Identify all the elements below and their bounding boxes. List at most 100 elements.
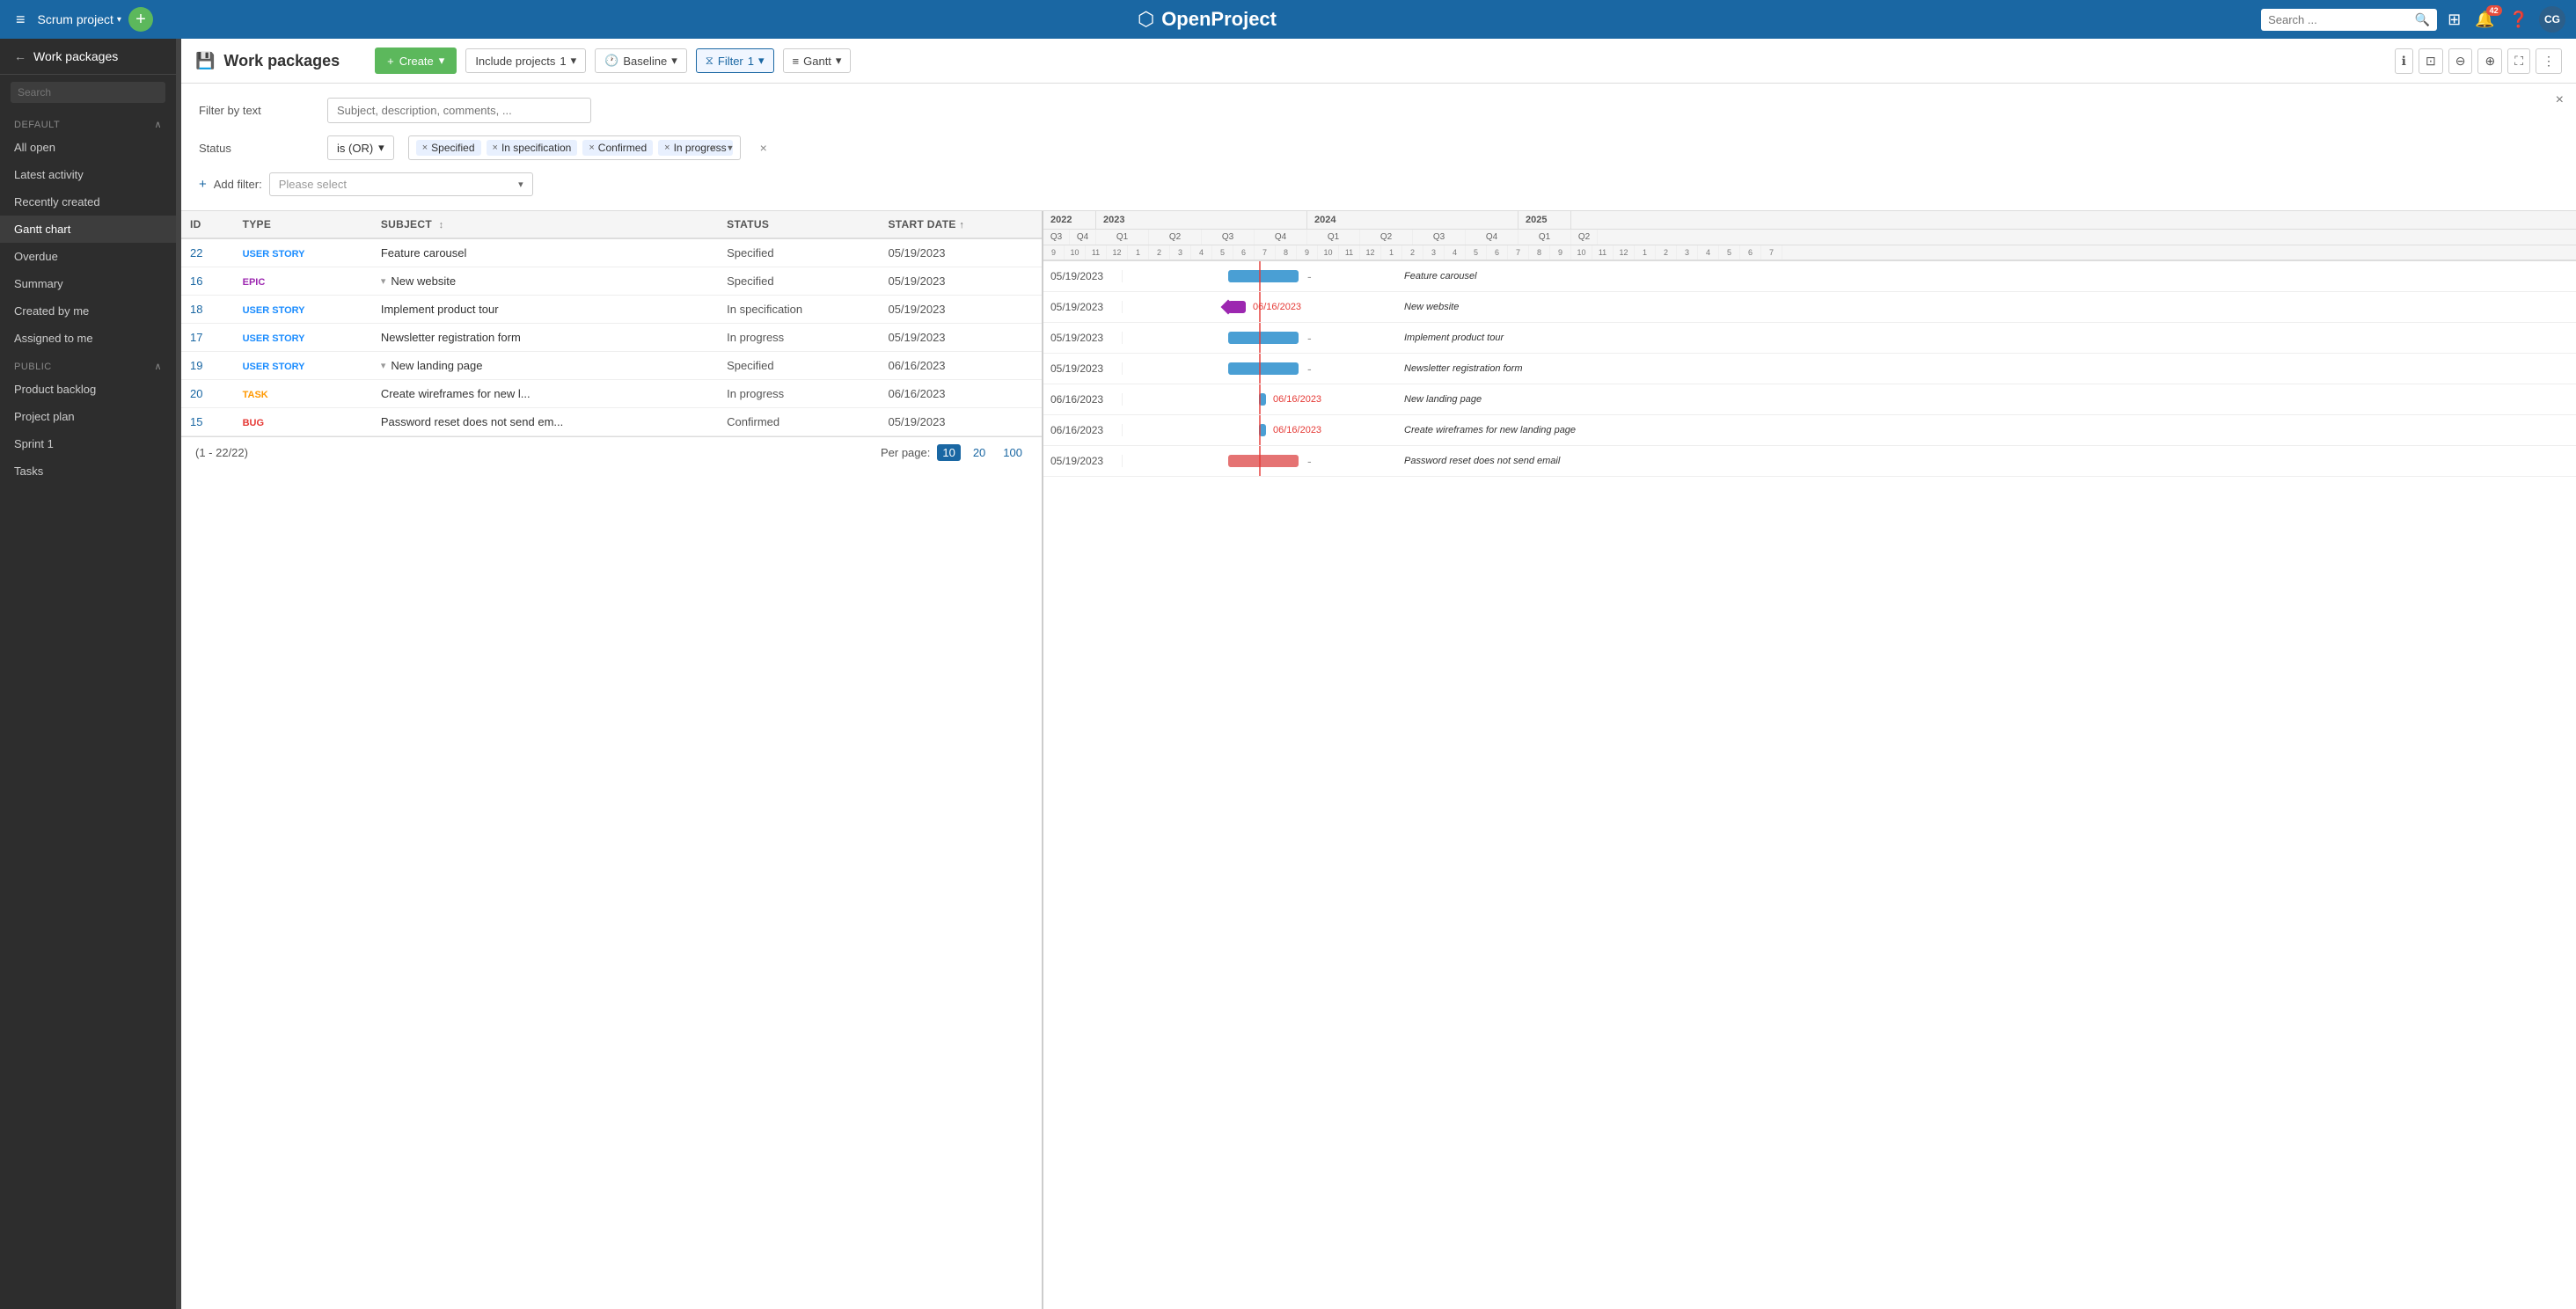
filter-button[interactable]: ⧖ Filter 1 ▾: [696, 48, 774, 73]
sidebar-section-default[interactable]: DEFAULT ∧: [0, 110, 176, 134]
add-project-button[interactable]: +: [128, 7, 153, 32]
gantt-m-6c: 6: [1740, 245, 1761, 260]
work-table: ID TYPE SUBJECT ↕ STATUS START DATE ↑: [181, 211, 1043, 1309]
per-page-10[interactable]: 10: [937, 444, 960, 461]
row-type-badge: USER STORY: [243, 362, 305, 372]
sidebar-item-all-open[interactable]: All open: [0, 134, 176, 161]
gantt-m-2b: 2: [1402, 245, 1423, 260]
today-line: [1259, 446, 1261, 476]
expand-icon[interactable]: ▾: [381, 275, 386, 287]
gantt-bar[interactable]: [1228, 455, 1299, 467]
baseline-button[interactable]: 🕐 Baseline ▾: [595, 48, 687, 73]
filter-row-clear-icon[interactable]: ×: [760, 141, 767, 155]
sidebar-back[interactable]: ← Work packages: [0, 39, 176, 75]
cell-id: 20: [181, 380, 234, 408]
hamburger-menu[interactable]: ≡: [11, 7, 31, 33]
sidebar-section-public[interactable]: PUBLIC ∧: [0, 352, 176, 376]
filter-tag-x-in-specification[interactable]: ×: [493, 143, 498, 153]
row-id-link[interactable]: 22: [190, 246, 202, 260]
include-projects-button[interactable]: Include projects 1 ▾: [465, 48, 586, 73]
info-button[interactable]: ℹ: [2395, 48, 2413, 74]
sidebar-item-project-plan[interactable]: Project plan: [0, 403, 176, 430]
sidebar-item-recently-created[interactable]: Recently created: [0, 188, 176, 216]
cell-start-date: 05/19/2023: [879, 324, 1042, 352]
gantt-row: 06/16/202306/16/2023Create wireframes fo…: [1043, 415, 2576, 446]
more-options-button[interactable]: ⋮: [2536, 48, 2562, 74]
project-name[interactable]: Scrum project ▾: [38, 12, 121, 26]
subject-cell: Implement product tour: [381, 303, 709, 316]
sidebar-item-assigned-to-me[interactable]: Assigned to me: [0, 325, 176, 352]
sidebar-item-tasks[interactable]: Tasks: [0, 457, 176, 485]
filter-tag-in-progress: × In progress: [658, 140, 732, 156]
th-subject[interactable]: SUBJECT ↕: [372, 211, 718, 238]
filter-text-input[interactable]: [327, 98, 591, 123]
status-operator-text: is (OR): [337, 142, 373, 155]
gantt-header: 2022 2023 2024 2025 Q3 Q4 Q1 Q2 Q3 Q4: [1043, 211, 2576, 261]
fit-page-button[interactable]: ⊡: [2419, 48, 2443, 74]
gantt-m-4: 4: [1191, 245, 1212, 260]
today-line: [1259, 415, 1261, 445]
fullscreen-button[interactable]: ⛶: [2507, 48, 2530, 74]
content-area: 💾 Work packages + Create ▾ Include proje…: [181, 39, 2576, 1309]
sidebar-item-overdue[interactable]: Overdue: [0, 243, 176, 270]
filter-status-operator[interactable]: is (OR) ▾: [327, 135, 394, 160]
row-id-link[interactable]: 19: [190, 359, 202, 372]
per-page-100[interactable]: 100: [998, 444, 1028, 461]
filter-tags-clear-all[interactable]: ×: [711, 142, 717, 154]
subject-cell: ▾ New landing page: [381, 359, 709, 372]
sidebar-search-input[interactable]: [11, 82, 165, 103]
sidebar-item-latest-activity[interactable]: Latest activity: [0, 161, 176, 188]
gantt-bar[interactable]: [1228, 362, 1299, 375]
filter-tag-x-confirmed[interactable]: ×: [589, 143, 594, 153]
filter-status-tags[interactable]: × Specified × In specification × Confirm…: [408, 135, 741, 160]
zoom-in-button[interactable]: ⊕: [2477, 48, 2502, 74]
help-icon[interactable]: ❓: [2506, 7, 2532, 33]
sidebar-item-created-by-me[interactable]: Created by me: [0, 297, 176, 325]
sidebar-item-sprint-1[interactable]: Sprint 1: [0, 430, 176, 457]
global-search-input[interactable]: [2268, 13, 2410, 26]
th-type[interactable]: TYPE: [234, 211, 372, 238]
sidebar-item-gantt-chart[interactable]: Gantt chart: [0, 216, 176, 243]
row-id-link[interactable]: 17: [190, 331, 202, 344]
filter-tag-x-specified[interactable]: ×: [422, 143, 428, 153]
gantt-row-label: Feature carousel: [1404, 271, 2576, 282]
gantt-m-12b: 12: [1360, 245, 1381, 260]
filter-tag-x-in-progress[interactable]: ×: [664, 143, 670, 153]
sidebar-item-summary[interactable]: Summary: [0, 270, 176, 297]
apps-icon[interactable]: ⊞: [2444, 7, 2464, 33]
gantt-year-2022: 2022: [1043, 211, 1096, 229]
filter-tag-label-in-specification: In specification: [501, 142, 571, 154]
add-filter-select[interactable]: Please select ▾: [269, 172, 533, 196]
row-id-link[interactable]: 18: [190, 303, 202, 316]
expand-icon[interactable]: ▾: [381, 360, 386, 371]
gantt-row-label: New landing page: [1404, 394, 2576, 405]
cell-status: In specification: [718, 296, 879, 324]
notifications-icon[interactable]: 🔔 42: [2471, 7, 2498, 33]
row-id-link[interactable]: 15: [190, 415, 202, 428]
filter-close-button[interactable]: ×: [2556, 92, 2564, 108]
gantt-q2-2024: Q2: [1360, 230, 1413, 245]
th-status[interactable]: STATUS: [718, 211, 879, 238]
gantt-bar[interactable]: [1228, 332, 1299, 344]
user-avatar[interactable]: CG: [2539, 6, 2565, 33]
th-id[interactable]: ID: [181, 211, 234, 238]
row-id-link[interactable]: 20: [190, 387, 202, 400]
gantt-quarters-row: Q3 Q4 Q1 Q2 Q3 Q4 Q1 Q2 Q3 Q4 Q1 Q2: [1043, 230, 2576, 245]
per-page-20[interactable]: 20: [968, 444, 991, 461]
include-projects-count: 1: [560, 55, 566, 68]
cell-status: In progress: [718, 324, 879, 352]
filter-tags-dropdown-arrow[interactable]: ▾: [728, 143, 733, 154]
cell-type: USER STORY: [234, 238, 372, 267]
gantt-bar[interactable]: [1228, 270, 1299, 282]
filter-status-label: Status: [199, 142, 313, 155]
global-search-box[interactable]: 🔍: [2261, 9, 2437, 31]
gantt-row: 05/19/2023-Feature carousel: [1043, 261, 2576, 292]
nav-icons: ⊞ 🔔 42 ❓ CG: [2444, 6, 2565, 33]
gantt-button[interactable]: ≡ Gantt ▾: [783, 48, 852, 73]
create-button[interactable]: + Create ▾: [375, 48, 457, 74]
zoom-out-button[interactable]: ⊖: [2448, 48, 2473, 74]
th-start-date[interactable]: START DATE ↑: [879, 211, 1042, 238]
row-id-link[interactable]: 16: [190, 274, 202, 288]
gantt-row: 06/16/202306/16/2023New landing page: [1043, 384, 2576, 415]
sidebar-item-product-backlog[interactable]: Product backlog: [0, 376, 176, 403]
